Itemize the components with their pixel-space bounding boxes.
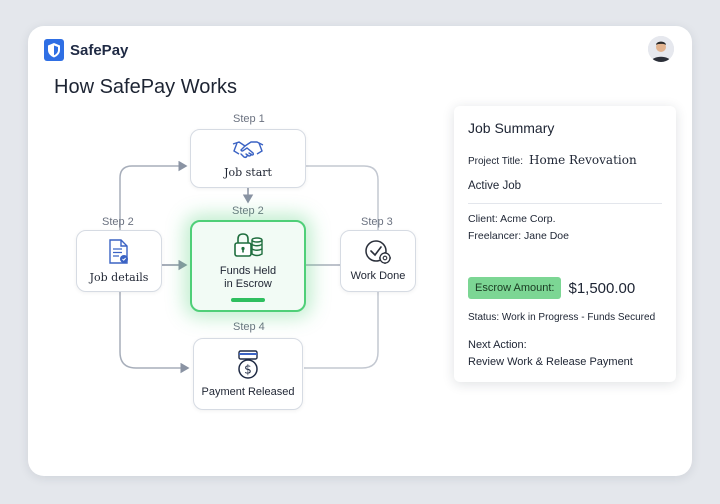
step-label-payment-released: Step 4: [233, 321, 265, 333]
check-gear-icon: [365, 240, 391, 264]
next-action-value[interactable]: Review Work & Release Payment: [468, 356, 633, 368]
step-label-job-start: Step 1: [233, 113, 265, 125]
step-funds-held-label-line2: in Escrow: [224, 277, 272, 290]
freelancer-row: Freelancer: Jane Doe: [468, 230, 569, 242]
freelancer-value: Jane Doe: [524, 230, 569, 242]
client-value: Acme Corp.: [500, 213, 556, 225]
user-avatar-icon: [648, 36, 674, 62]
lock-coins-icon: [234, 232, 263, 257]
job-summary-panel: Job Summary Project Title: Home Revovati…: [454, 106, 676, 382]
connector-details-to-payment: [119, 292, 190, 374]
summary-divider: [468, 203, 662, 204]
project-title-value: Home Revovation: [529, 153, 637, 167]
escrow-row: Escrow Amount: $1,500.00: [468, 277, 635, 299]
project-title-label: Project Title:: [468, 156, 524, 167]
active-job-label: Active Job: [468, 180, 522, 192]
status-value: Work in Progress - Funds Secured: [501, 312, 656, 323]
step-payment-released-label: Payment Released: [201, 385, 295, 398]
step-label-job-details: Step 2: [102, 216, 134, 228]
freelancer-label: Freelancer:: [468, 230, 522, 242]
step-label-work-done: Step 3: [361, 216, 393, 228]
step-job-start[interactable]: Job start: [190, 129, 306, 188]
step-payment-released[interactable]: $ Payment Released: [193, 338, 303, 410]
step-work-done[interactable]: Work Done: [340, 230, 416, 292]
next-action-label: Next Action:: [468, 339, 527, 351]
main-card: SafePay How SafePay Works Step 1 Step 2 …: [28, 26, 692, 476]
user-avatar[interactable]: [648, 36, 674, 62]
funds-held-progress-bar: [231, 297, 265, 302]
handshake-icon: [232, 141, 264, 159]
status-label: Status:: [468, 312, 500, 323]
escrow-amount-value: $1,500.00: [568, 279, 636, 297]
client-label: Client:: [468, 213, 498, 225]
svg-text:$: $: [244, 362, 252, 376]
job-summary-title: Job Summary: [468, 120, 555, 136]
connector-work-to-payment: [304, 292, 379, 369]
status-row: Status: Work in Progress - Funds Secured: [468, 312, 655, 323]
step-funds-held-label-line1: Funds Held: [219, 264, 277, 277]
step-job-details-label: Job details: [89, 270, 149, 284]
step-label-funds-held: Step 2: [232, 205, 264, 217]
step-job-start-label: Job start: [224, 166, 272, 179]
step-funds-held[interactable]: Funds Held in Escrow: [190, 220, 306, 312]
escrow-amount-badge: Escrow Amount:: [468, 277, 562, 299]
client-row: Client: Acme Corp.: [468, 213, 556, 225]
project-title-row: Project Title: Home Revovation: [468, 153, 637, 167]
step-job-details[interactable]: Job details: [76, 230, 162, 292]
document-icon: [109, 238, 128, 264]
dollar-coin-icon: $: [238, 349, 258, 379]
step-work-done-label: Work Done: [350, 270, 406, 282]
